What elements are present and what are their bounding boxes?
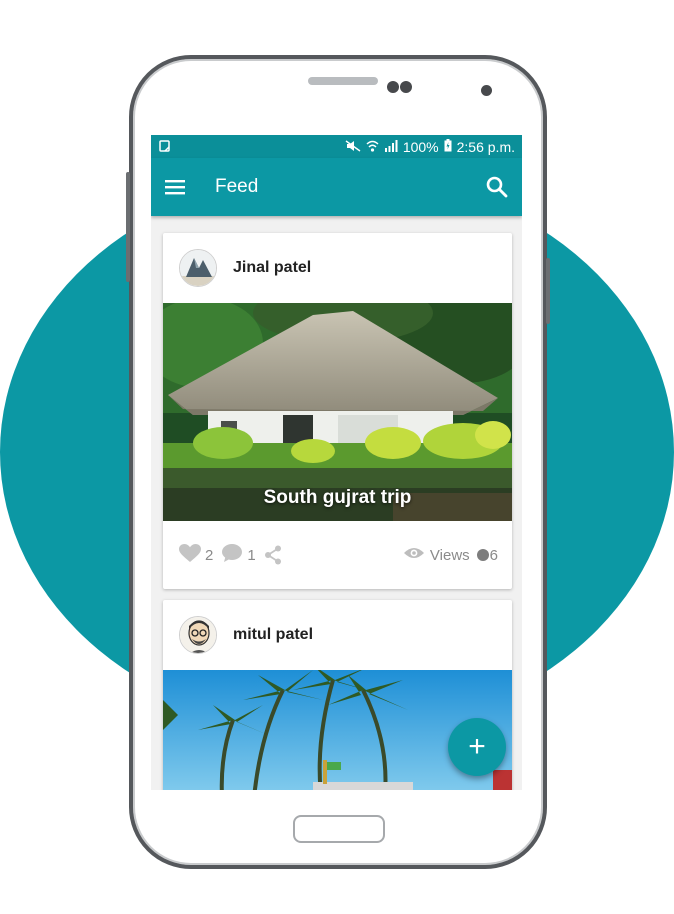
phone-sensor [400,81,412,93]
share-icon[interactable] [264,545,282,565]
clock: 2:56 p.m. [456,138,515,155]
comment-button[interactable]: 1 [221,543,256,567]
author-name[interactable]: Jinal patel [233,259,311,277]
mute-icon [345,139,361,155]
app-bar: Feed [151,158,522,216]
card-header: mitul patel [163,600,512,670]
heart-icon [179,543,201,567]
status-bar: 100% 2:56 p.m. [151,135,522,158]
views-label: Views [429,546,470,564]
phone-home-button[interactable] [293,815,385,843]
add-post-button[interactable]: + [448,718,506,776]
search-icon[interactable] [486,176,508,198]
feed-card[interactable]: Jinal patel South gujrat trip 2 1 Views … [163,233,512,589]
views-indicator: Views 6 [403,546,498,564]
hamburger-menu-icon[interactable] [165,179,185,195]
phone-camera [481,85,492,96]
phone-volume-button [126,172,130,282]
wifi-icon [366,139,379,155]
eye-icon [403,546,425,564]
comment-icon [221,543,243,567]
like-count: 2 [205,546,214,564]
dot-icon [476,549,489,561]
notification-icon [159,139,170,155]
phone-speaker [308,77,378,85]
page-title: Feed [215,176,259,197]
author-name[interactable]: mitul patel [233,626,313,644]
like-button[interactable]: 2 [179,543,214,567]
post-caption: South gujrat trip [263,487,412,508]
post-image[interactable]: South gujrat trip [163,303,512,521]
card-actions: 2 1 Views 6 [163,521,512,589]
avatar[interactable] [179,616,217,654]
comment-count: 1 [247,546,256,564]
signal-icon [384,139,398,155]
avatar[interactable] [179,249,217,287]
battery-icon [444,138,452,155]
app-screen: 100% 2:56 p.m. Feed Jinal patel South gu… [151,135,522,790]
phone-power-button [546,258,550,324]
card-header: Jinal patel [163,233,512,303]
battery-percent: 100% [402,138,439,155]
phone-sensor [387,81,399,93]
views-count: 6 [489,546,498,564]
